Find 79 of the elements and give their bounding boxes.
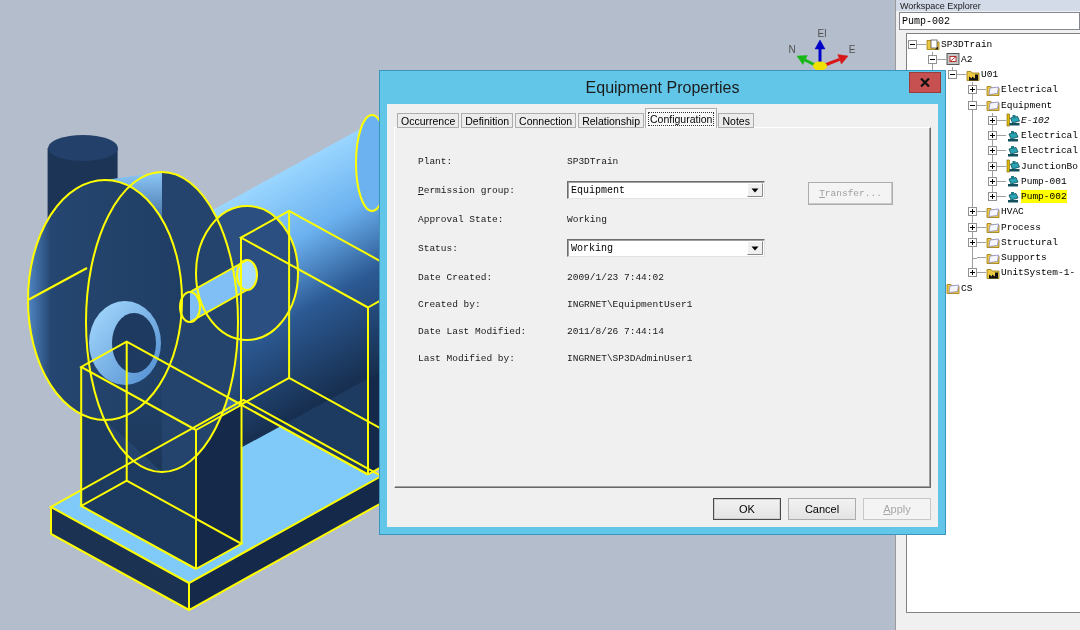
field-value: 2011/8/26 7:44:14 (567, 325, 664, 337)
tree-item[interactable]: SP3DTrain (941, 37, 993, 51)
field-label: Plant: (418, 155, 454, 167)
field-value: INGRNET\SP3DAdminUser1 (567, 352, 693, 364)
tree-item[interactable]: Pump-001 (1021, 174, 1067, 188)
tree-item[interactable]: HVAC (1001, 205, 1024, 219)
folder-icon (926, 37, 940, 51)
dropdown-arrow-icon (747, 241, 763, 255)
field-value: SP3DTrain (567, 155, 619, 167)
field-label: Date Last Modified: (418, 325, 528, 337)
dropdown-field[interactable]: Equipment (567, 181, 765, 199)
bracketed-machine-icon (1006, 159, 1020, 173)
tab[interactable]: Notes (718, 113, 754, 128)
expand-icon[interactable] (988, 146, 997, 156)
panel-title: Workspace Explorer (900, 0, 981, 11)
tree-item[interactable]: E-102 (1021, 113, 1050, 127)
close-icon (920, 78, 930, 87)
tree-item[interactable]: JunctionBo (1021, 159, 1078, 173)
tree-item[interactable]: Structural (1001, 235, 1058, 249)
expand-icon[interactable] (968, 85, 977, 95)
folder-icon (946, 281, 960, 295)
tab[interactable]: Definition (461, 113, 514, 128)
framed-square-icon (946, 52, 960, 67)
tree-item[interactable]: Equipment (1001, 98, 1053, 112)
tree-item[interactable]: Pump-002 (1021, 190, 1067, 203)
tree-item[interactable]: Process (1001, 220, 1041, 234)
tree-item[interactable]: CS (961, 281, 973, 295)
expand-icon[interactable] (988, 192, 997, 201)
dialog-title: Equipment Properties (585, 78, 740, 97)
collapse-icon[interactable] (908, 39, 917, 49)
field-label: Last Modified by: (418, 352, 516, 364)
expand-icon[interactable] (988, 176, 997, 186)
axis-label: N (788, 44, 796, 55)
machine-icon (1006, 128, 1020, 143)
tab[interactable]: Relationship (578, 113, 644, 128)
expand-icon[interactable] (988, 161, 997, 171)
tab[interactable]: Occurrence (397, 113, 460, 128)
tab[interactable]: Configuration (645, 108, 718, 128)
dialog-button[interactable]: Cancel (788, 498, 856, 520)
field-label: Status: (418, 242, 459, 254)
expand-icon[interactable] (968, 237, 977, 247)
field-label: Created by: (418, 298, 482, 310)
tree-item[interactable]: Electrical (1001, 83, 1058, 97)
machine-icon (1006, 143, 1020, 158)
name-field[interactable]: Pump-002 (899, 12, 1080, 30)
bracketed-machine-icon (1006, 113, 1020, 128)
machine-icon (1006, 174, 1020, 189)
dialog-button[interactable]: OK (713, 498, 781, 520)
field-value: Working (567, 213, 607, 225)
field-label: Date Created: (418, 271, 494, 283)
collapse-icon[interactable] (948, 70, 957, 79)
tree-item[interactable]: Electrical (1021, 129, 1078, 142)
axis-label: E (848, 44, 856, 55)
tree-item[interactable]: Supports (1001, 251, 1047, 264)
field-value: INGRNET\EquipmentUser1 (567, 298, 693, 310)
axis-label: El (817, 28, 827, 39)
folder-icon (986, 220, 1000, 234)
expand-icon[interactable] (988, 131, 997, 140)
tree-item[interactable]: A2 (961, 52, 973, 66)
collapse-icon[interactable] (968, 100, 977, 110)
expand-icon[interactable] (968, 222, 977, 232)
field-label: Permission group: (418, 184, 516, 196)
machine-icon (1006, 189, 1020, 204)
expand-icon[interactable] (968, 268, 977, 278)
tab[interactable]: Connection (515, 113, 577, 128)
dropdown-field[interactable]: Working (567, 239, 765, 257)
field-value: 2009/1/23 7:44:02 (567, 271, 664, 283)
tree-item[interactable]: U01 (981, 68, 999, 81)
tree-item[interactable]: UnitSystem-1- (1001, 266, 1076, 280)
folder-icon (986, 98, 1000, 112)
collapse-icon[interactable] (928, 54, 937, 64)
expand-icon[interactable] (988, 115, 997, 125)
close-button[interactable] (909, 72, 941, 93)
field-label: Approval State: (418, 213, 505, 225)
folder-icon (986, 235, 1000, 250)
expand-icon[interactable] (968, 207, 977, 217)
sphere-icon (813, 61, 827, 71)
dropdown-arrow-icon (747, 183, 763, 197)
tree-item[interactable]: Electrical (1021, 144, 1078, 158)
